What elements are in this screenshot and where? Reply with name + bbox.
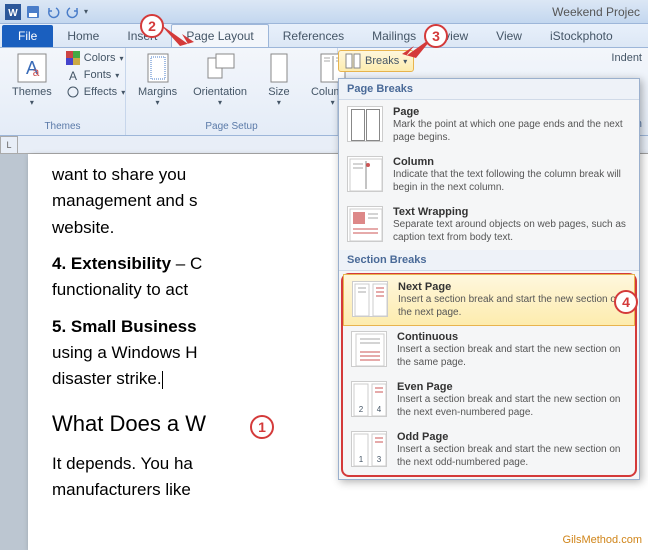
svg-text:1: 1 (359, 455, 364, 464)
tab-references[interactable]: References (269, 25, 358, 47)
column-break-item[interactable]: ColumnIndicate that the text following t… (339, 150, 639, 200)
callout-3: 3 (424, 24, 448, 48)
effects-button[interactable]: Effects▾ (62, 84, 129, 100)
margins-button[interactable]: Margins▾ (132, 50, 183, 109)
tab-selector[interactable]: L (0, 136, 18, 154)
document-title: Weekend Projec (0, 5, 648, 19)
even-page-icon: 24 (351, 381, 387, 417)
themes-icon: Aa (16, 52, 48, 84)
orientation-button[interactable]: Orientation▾ (187, 50, 253, 109)
group-page-setup: Margins▾ Orientation▾ Size▾ Columns▾ Pag… (126, 48, 338, 135)
size-icon (263, 52, 295, 84)
effects-icon (66, 85, 80, 99)
indent-label: Indent (611, 52, 642, 64)
text-wrapping-icon (347, 206, 383, 242)
odd-page-item[interactable]: 13 Odd PageInsert a section break and st… (343, 425, 635, 475)
svg-text:4: 4 (377, 405, 382, 414)
group-pagesetup-label: Page Setup (132, 120, 331, 133)
page-breaks-header: Page Breaks (339, 79, 639, 100)
next-page-icon (352, 281, 388, 317)
colors-icon (66, 51, 80, 65)
themes-button[interactable]: Aa Themes ▾ (6, 50, 58, 109)
odd-page-icon: 13 (351, 431, 387, 467)
callout-2: 2 (140, 14, 164, 38)
page-break-icon (347, 106, 383, 142)
fonts-icon: A (66, 68, 80, 82)
group-themes: Aa Themes ▾ Colors▾ AFonts▾ Effects▾ The… (0, 48, 126, 135)
tab-view[interactable]: View (482, 25, 536, 47)
tab-file[interactable]: File (2, 25, 53, 47)
even-page-item[interactable]: 24 Even PageInsert a section break and s… (343, 375, 635, 425)
tab-istockphoto[interactable]: iStockphoto (536, 25, 627, 47)
section-breaks-header: Section Breaks (339, 250, 639, 271)
section-breaks-highlight-box: Next PageInsert a section break and star… (341, 273, 637, 477)
callout-4: 4 (614, 290, 638, 314)
themes-label: Themes (12, 86, 52, 98)
group-themes-label: Themes (6, 120, 119, 133)
callout-1: 1 (250, 415, 274, 439)
svg-text:2: 2 (359, 405, 364, 414)
watermark: GilsMethod.com (563, 534, 642, 546)
svg-text:3: 3 (377, 455, 382, 464)
margins-icon (142, 52, 174, 84)
arrow-2 (158, 22, 198, 52)
ribbon-tabs: File Home Insert Page Layout References … (0, 24, 648, 48)
breaks-icon (345, 53, 361, 69)
continuous-icon (351, 331, 387, 367)
colors-button[interactable]: Colors▾ (62, 50, 129, 66)
size-button[interactable]: Size▾ (257, 50, 301, 109)
text-wrapping-item[interactable]: Text WrappingSeparate text around object… (339, 200, 639, 250)
next-page-item[interactable]: Next PageInsert a section break and star… (343, 274, 635, 326)
breaks-dropdown: Page Breaks PageMark the point at which … (338, 78, 640, 480)
orientation-icon (204, 52, 236, 84)
text-cursor (162, 371, 163, 389)
column-break-icon (347, 156, 383, 192)
svg-text:a: a (33, 65, 40, 79)
tab-home[interactable]: Home (53, 25, 113, 47)
page-break-item[interactable]: PageMark the point at which one page end… (339, 100, 639, 150)
title-bar: W ▾ Weekend Projec (0, 0, 648, 24)
continuous-item[interactable]: ContinuousInsert a section break and sta… (343, 325, 635, 375)
chevron-down-icon: ▾ (30, 98, 34, 107)
fonts-button[interactable]: AFonts▾ (62, 67, 129, 83)
svg-text:A: A (69, 69, 77, 82)
